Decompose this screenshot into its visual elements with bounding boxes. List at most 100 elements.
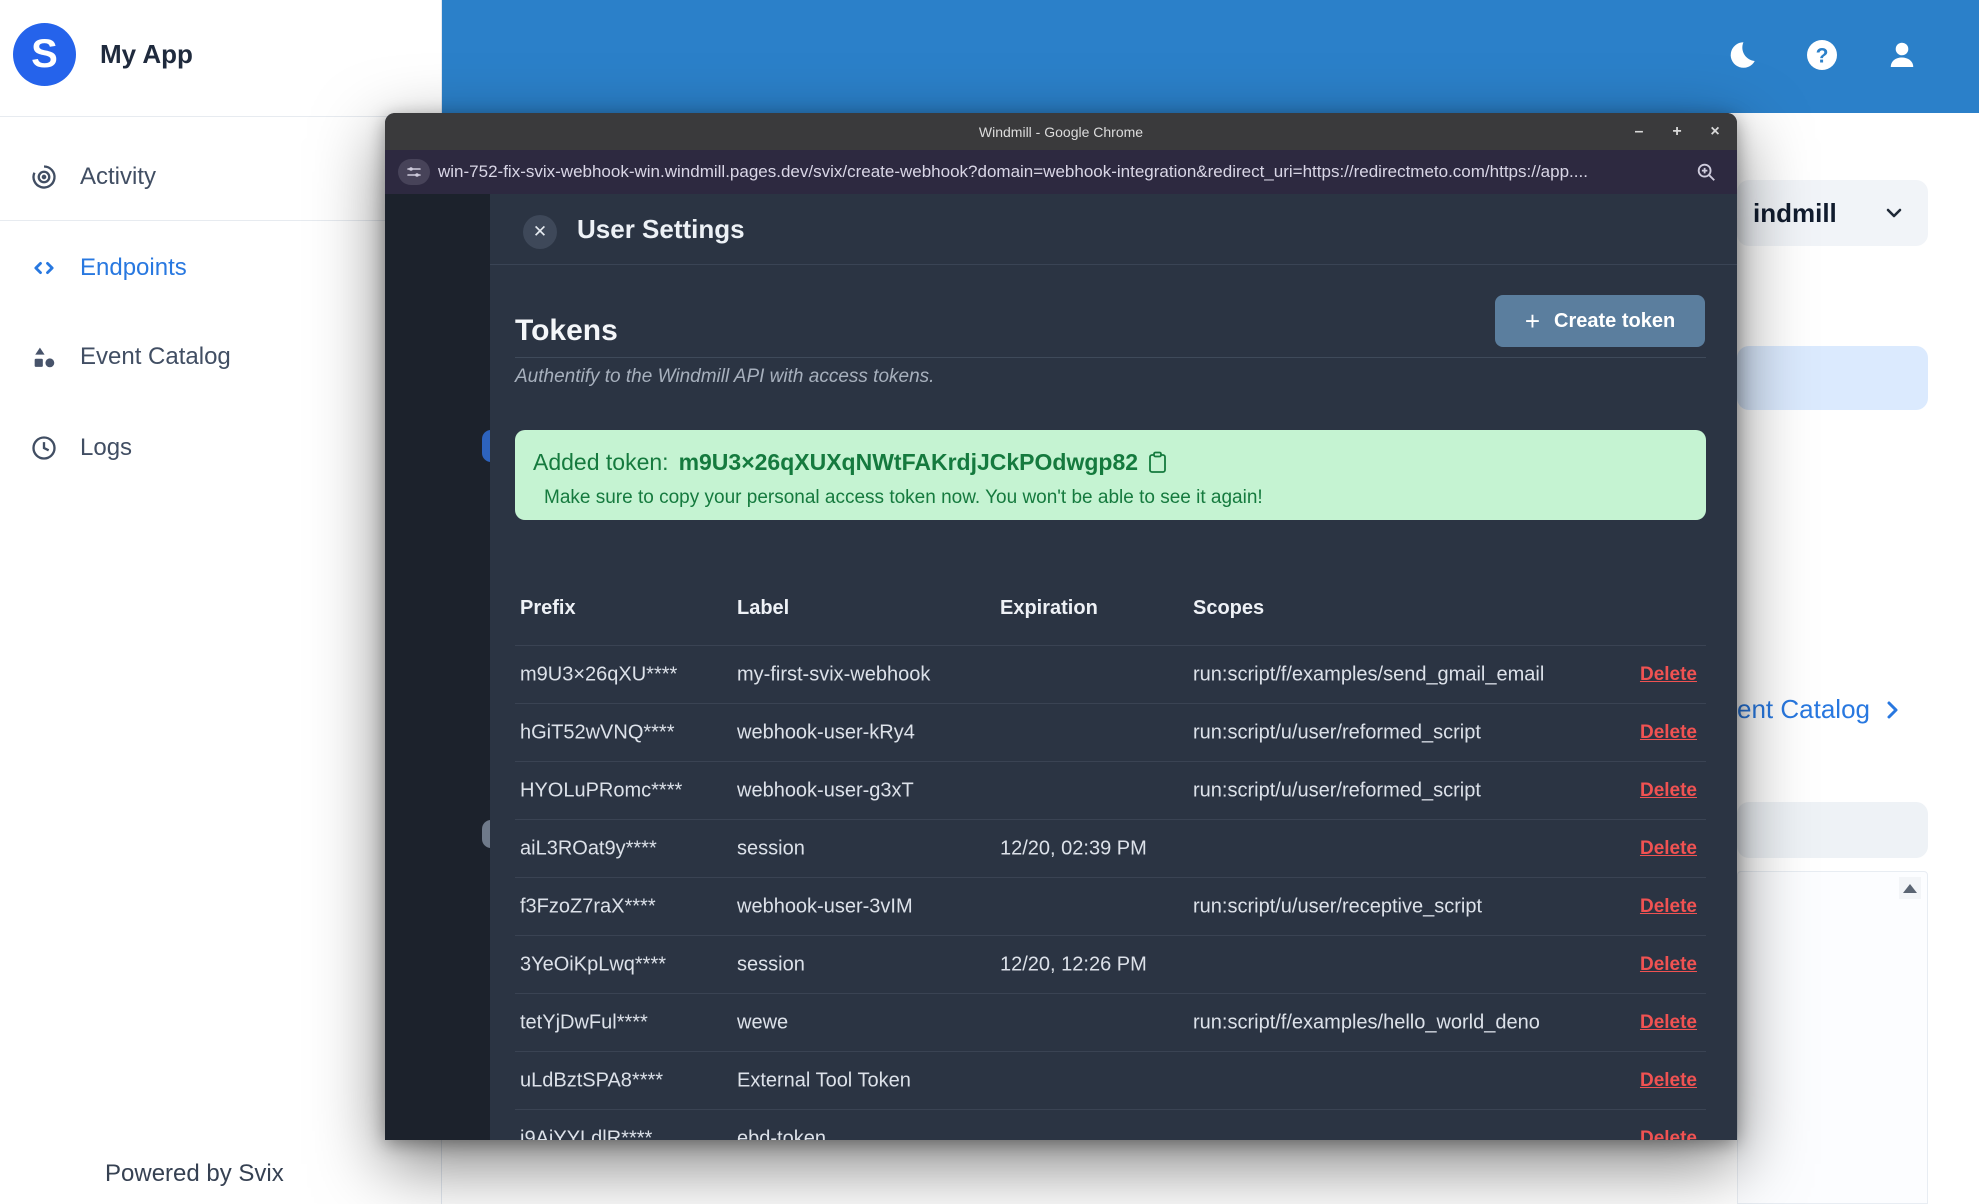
cell-label: my-first-svix-webhook bbox=[737, 663, 931, 685]
table-row: f3FzoZ7raX**** webhook-user-3vIM run:scr… bbox=[515, 877, 1706, 935]
url-bar[interactable]: win-752-fix-svix-webhook-win.windmill.pa… bbox=[385, 150, 1737, 194]
delete-token-link[interactable]: Delete bbox=[1640, 664, 1697, 686]
col-expiration: Expiration bbox=[1000, 597, 1098, 619]
activity-icon bbox=[30, 163, 58, 191]
col-prefix: Prefix bbox=[520, 597, 576, 619]
cell-prefix: 3YeOiKpLwq**** bbox=[520, 953, 667, 975]
create-token-button[interactable]: + Create token bbox=[1495, 295, 1705, 347]
sidebar: S My App Activity Endpoints Event Catalo… bbox=[0, 0, 442, 1204]
table-row: HYOLuPRomc**** webhook-user-g3xT run:scr… bbox=[515, 761, 1706, 819]
workspace-dropdown[interactable]: indmill bbox=[1737, 180, 1928, 246]
sidebar-item-label: Event Catalog bbox=[80, 343, 231, 370]
app-title: My App bbox=[100, 39, 193, 69]
cell-prefix: uLdBztSPA8**** bbox=[520, 1069, 664, 1091]
table-row: uLdBztSPA8**** External Tool Token Delet… bbox=[515, 1051, 1706, 1109]
cell-prefix: aiL3ROat9y**** bbox=[520, 837, 657, 859]
site-settings-icon bbox=[406, 165, 422, 179]
cell-label: webhook-user-g3xT bbox=[737, 779, 914, 801]
sidebar-item-label: Activity bbox=[80, 163, 157, 190]
cell-scopes: run:script/f/examples/send_gmail_email bbox=[1193, 663, 1545, 685]
alert-prefix-text: Added token: bbox=[533, 449, 669, 475]
delete-token-link[interactable]: Delete bbox=[1640, 1128, 1697, 1141]
event-catalog-icon bbox=[30, 343, 58, 371]
cell-label: wewe bbox=[737, 1011, 789, 1033]
cell-label: ebd-token bbox=[737, 1127, 826, 1140]
cell-label: session bbox=[737, 953, 805, 975]
cell-label: webhook-user-3vIM bbox=[737, 895, 913, 917]
plus-icon: + bbox=[1524, 306, 1541, 336]
sidebar-divider bbox=[0, 116, 442, 117]
cell-prefix: f3FzoZ7raX**** bbox=[520, 895, 656, 917]
user-settings-drawer: ✕ User Settings Tokens + Create token Au… bbox=[490, 194, 1737, 1140]
brand: S My App bbox=[13, 23, 193, 86]
window-titlebar[interactable]: Windmill - Google Chrome – + × bbox=[385, 113, 1737, 150]
workspace-dropdown-label: indmill bbox=[1753, 197, 1837, 228]
create-token-label: Create token bbox=[1554, 309, 1676, 332]
screen: ? S My App Activity Endpoints Event Cata… bbox=[0, 0, 1979, 1204]
scroll-up-icon bbox=[1903, 883, 1917, 893]
table-header: Prefix Label Expiration Scopes bbox=[515, 597, 1706, 627]
account-button[interactable] bbox=[1883, 36, 1921, 74]
url-input[interactable]: win-752-fix-svix-webhook-win.windmill.pa… bbox=[438, 162, 1588, 182]
token-value: m9U3×26qXUXqNWtFAKrdjJCkPOdwgp82 bbox=[678, 449, 1139, 475]
table-row: i9AiYYLdlR**** ebd-token Delete bbox=[515, 1109, 1706, 1140]
logs-icon bbox=[30, 434, 58, 462]
powered-by-svix: Powered by Svix bbox=[105, 1160, 284, 1187]
col-label: Label bbox=[737, 597, 790, 619]
delete-token-link[interactable]: Delete bbox=[1640, 1012, 1697, 1034]
cell-label: External Tool Token bbox=[737, 1069, 911, 1091]
user-icon bbox=[1884, 37, 1920, 73]
sidebar-divider bbox=[0, 220, 442, 221]
delete-token-link[interactable]: Delete bbox=[1640, 896, 1697, 918]
section-divider bbox=[515, 357, 1706, 358]
dark-mode-toggle[interactable] bbox=[1723, 36, 1761, 74]
delete-token-link[interactable]: Delete bbox=[1640, 722, 1697, 744]
app-header: ? bbox=[442, 0, 1979, 113]
cell-scopes: run:script/u/user/receptive_script bbox=[1193, 895, 1483, 917]
windmill-page-backdrop: ✕ User Settings Tokens + Create token Au… bbox=[385, 194, 1737, 1140]
delete-token-link[interactable]: Delete bbox=[1640, 1070, 1697, 1092]
background-panel bbox=[1737, 871, 1928, 1204]
cell-prefix: HYOLuPRomc**** bbox=[520, 779, 683, 801]
svix-logo-icon: S bbox=[13, 23, 76, 86]
delete-token-link[interactable]: Delete bbox=[1640, 780, 1697, 802]
chevron-right-icon bbox=[1880, 698, 1904, 722]
cell-scopes: run:script/f/examples/hello_world_deno bbox=[1193, 1011, 1540, 1033]
copy-icon[interactable] bbox=[1148, 451, 1167, 474]
maximize-button[interactable]: + bbox=[1667, 123, 1687, 141]
drawer-title: User Settings bbox=[577, 214, 745, 244]
drawer-header: ✕ User Settings bbox=[490, 194, 1737, 265]
table-row: tetYjDwFul**** wewe run:script/f/example… bbox=[515, 993, 1706, 1051]
endpoints-icon bbox=[30, 254, 58, 282]
table-row: aiL3ROat9y**** session 12/20, 02:39 PM D… bbox=[515, 819, 1706, 877]
minimize-button[interactable]: – bbox=[1629, 123, 1649, 141]
background-gray-box bbox=[1737, 802, 1928, 858]
chrome-window: Windmill - Google Chrome – + × win-752-f… bbox=[385, 113, 1737, 1140]
site-settings-button[interactable] bbox=[398, 159, 430, 185]
sidebar-item-endpoints[interactable]: Endpoints bbox=[0, 239, 442, 297]
cell-label: webhook-user-kRy4 bbox=[737, 721, 915, 743]
cell-expiration: 12/20, 02:39 PM bbox=[1000, 837, 1147, 859]
table-row: hGiT52wVNQ**** webhook-user-kRy4 run:scr… bbox=[515, 703, 1706, 761]
chevron-down-icon bbox=[1882, 201, 1906, 225]
delete-token-link[interactable]: Delete bbox=[1640, 838, 1697, 860]
table-row: 3YeOiKpLwq**** session 12/20, 12:26 PM D… bbox=[515, 935, 1706, 993]
cell-label: session bbox=[737, 837, 805, 859]
sidebar-item-activity[interactable]: Activity bbox=[0, 148, 442, 206]
event-catalog-link[interactable]: ent Catalog bbox=[1737, 694, 1904, 725]
svg-text:?: ? bbox=[1816, 45, 1829, 68]
cell-prefix: tetYjDwFul**** bbox=[520, 1011, 648, 1033]
event-catalog-link-label: ent Catalog bbox=[1737, 694, 1870, 724]
cell-prefix: m9U3×26qXU**** bbox=[520, 663, 678, 685]
sidebar-item-logs[interactable]: Logs bbox=[0, 419, 442, 477]
close-icon: ✕ bbox=[532, 222, 548, 241]
sidebar-item-event-catalog[interactable]: Event Catalog bbox=[0, 328, 442, 386]
delete-token-link[interactable]: Delete bbox=[1640, 954, 1697, 976]
alert-note: Make sure to copy your personal access t… bbox=[544, 487, 1263, 508]
help-button[interactable]: ? bbox=[1803, 36, 1841, 74]
scrollbar-up-button[interactable] bbox=[1899, 877, 1921, 899]
close-window-button[interactable]: × bbox=[1705, 123, 1725, 141]
zoom-page-button[interactable] bbox=[1695, 161, 1717, 183]
close-drawer-button[interactable]: ✕ bbox=[523, 215, 557, 249]
col-scopes: Scopes bbox=[1193, 597, 1265, 619]
